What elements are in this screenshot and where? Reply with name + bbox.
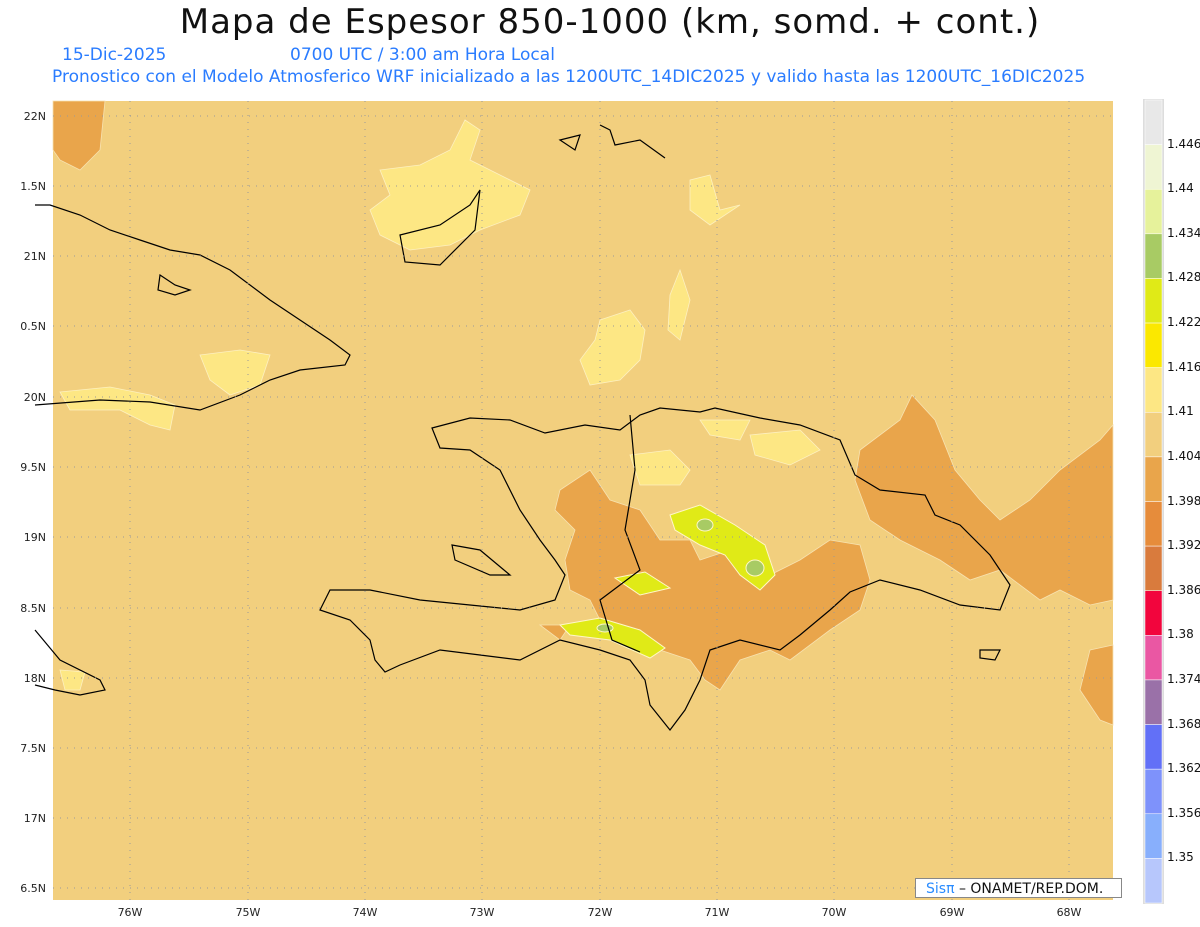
forecast-date: 15-Dic-2025 [62, 45, 167, 65]
lat-label: 7.5N [20, 742, 46, 755]
longitude-labels: 76W 75W 74W 73W 72W 71W 70W 69W 68W [118, 906, 1082, 919]
colorbar-label: 1.392 [1167, 538, 1200, 553]
colorbar-label: 1.446 [1167, 136, 1200, 151]
colorbar-label: 1.368 [1167, 716, 1200, 731]
forecast-time: 0700 UTC / 3:00 am Hora Local [290, 45, 555, 65]
lat-label: 21N [24, 250, 46, 263]
lat-label: 0.5N [20, 320, 46, 333]
map-title: Mapa de Espesor 850-1000 (km, somd. + co… [179, 2, 1041, 42]
credit-box: Sisπ – ONAMET/REP.DOM. [915, 878, 1122, 898]
colorbar-label: 1.404 [1167, 448, 1200, 463]
colorbar-swatch [1144, 679, 1163, 725]
colorbar-label: 1.428 [1167, 270, 1200, 285]
lon-label: 73W [470, 906, 495, 919]
colorbar-swatch [1144, 501, 1163, 547]
colorbar-label: 1.38 [1167, 627, 1194, 642]
colorbar-swatch [1144, 367, 1163, 413]
colorbar-label: 1.41 [1167, 404, 1194, 419]
colorbar-swatch [1144, 456, 1163, 502]
colorbar-swatch [1144, 144, 1163, 190]
lat-label: 20N [24, 391, 46, 404]
colorbar-swatch [1144, 590, 1163, 636]
lon-label: 76W [118, 906, 143, 919]
colorbar-swatch [1144, 768, 1163, 815]
colorbar-label: 1.35 [1167, 850, 1194, 865]
credit-brand: Sisπ [926, 881, 955, 897]
lat-label: 22N [24, 110, 46, 123]
lat-label: 9.5N [20, 461, 46, 474]
lon-label: 71W [705, 906, 730, 919]
colorbar-swatch [1144, 635, 1163, 681]
lat-label: 19N [24, 531, 46, 544]
colorbar-swatch [1144, 233, 1163, 279]
credit-text: – ONAMET/REP.DOM. [954, 881, 1104, 897]
colorbar-label: 1.356 [1167, 805, 1200, 820]
colorbar-label: 1.398 [1167, 493, 1200, 508]
colorbar-label: 1.434 [1167, 225, 1200, 240]
colorbar-swatch [1144, 278, 1163, 324]
lat-label: 8.5N [20, 602, 46, 615]
colorbar-label: 1.416 [1167, 359, 1200, 374]
colorbar-swatch [1144, 412, 1163, 458]
latitude-labels: 22N 1.5N 21N 0.5N 20N 9.5N 19N 8.5N 18N 7.5N 17N 6.… [20, 110, 46, 895]
colorbar-swatch [1144, 545, 1163, 591]
colorbar-swatch [1144, 724, 1163, 770]
forecast-description: Pronostico con el Modelo Atmosferico WRF… [52, 67, 1086, 87]
lon-label: 70W [822, 906, 847, 919]
colorbar [1143, 99, 1164, 904]
lon-label: 74W [353, 906, 378, 919]
colorbar-swatch [1144, 188, 1163, 235]
lon-label: 75W [236, 906, 261, 919]
colorbar-label: 1.44 [1167, 181, 1194, 196]
lat-label: 1.5N [20, 180, 46, 193]
lon-label: 68W [1057, 906, 1082, 919]
lat-label: 17N [24, 812, 46, 825]
lat-label: 6.5N [20, 882, 46, 895]
lat-label: 18N [24, 672, 46, 685]
colorbar-label: 1.422 [1167, 315, 1200, 330]
thickness-map: 22N 1.5N 21N 0.5N 20N 9.5N 19N 8.5N 18N 7.5N 17N 6.… [20, 99, 1164, 919]
colorbar-label: 1.386 [1167, 582, 1200, 597]
colorbar-label: 1.374 [1167, 671, 1200, 686]
colorbar-label: 1.362 [1167, 761, 1200, 776]
colorbar-swatch [1144, 99, 1163, 145]
colorbar-swatch [1144, 322, 1163, 368]
colorbar-swatch [1144, 813, 1163, 859]
lon-label: 69W [940, 906, 965, 919]
colorbar-swatch [1144, 858, 1163, 904]
lon-label: 72W [588, 906, 613, 919]
